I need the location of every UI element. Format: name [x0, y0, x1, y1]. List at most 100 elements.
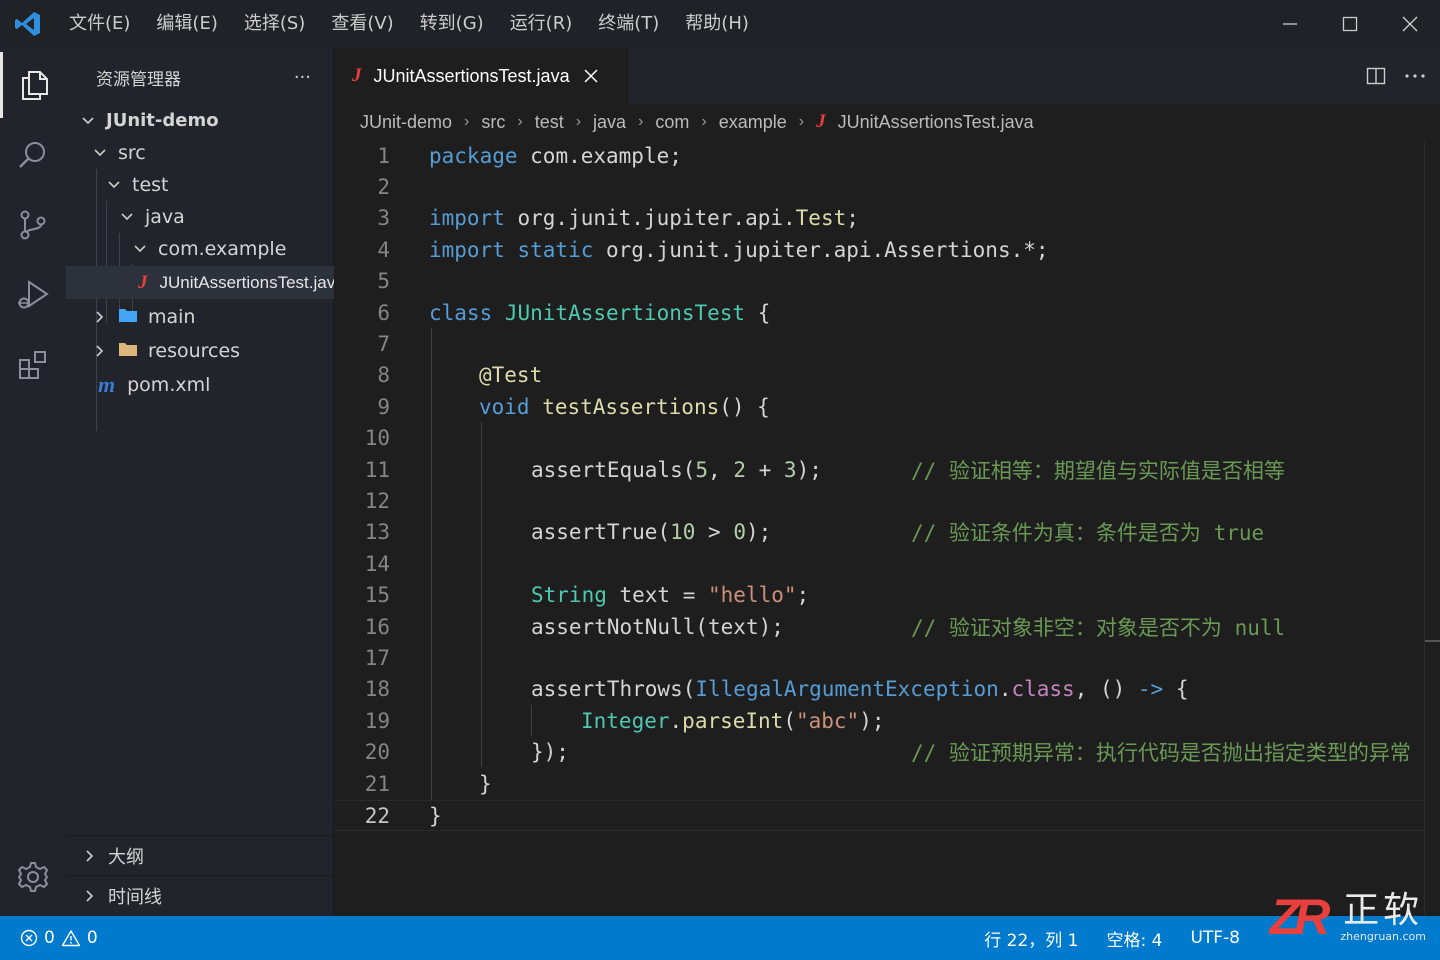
code-text: assertThrows(IllegalArgumentException.cl…: [531, 677, 1189, 702]
source-control-button[interactable]: [0, 192, 66, 258]
tree-item-root[interactable]: JUnit-demo: [66, 104, 334, 137]
close-window-button[interactable]: [1380, 0, 1440, 48]
more-actions-button[interactable]: ···: [294, 67, 311, 88]
problems-status[interactable]: 0 0: [0, 928, 98, 948]
manage-button[interactable]: [0, 844, 66, 910]
line-number: 4: [377, 237, 390, 262]
run-debug-button[interactable]: [0, 262, 66, 328]
sidebar-header: 资源管理器 ···: [66, 48, 333, 106]
outline-section[interactable]: 大纲: [66, 835, 334, 875]
breadcrumb-item[interactable]: test: [535, 112, 564, 133]
line-number: 6: [377, 300, 390, 325]
maximize-button[interactable]: [1320, 0, 1380, 48]
code-line: 7: [334, 328, 1424, 359]
menu-edit[interactable]: 编辑(E): [143, 0, 230, 48]
maximize-icon: [1342, 16, 1358, 32]
line-number: 22: [364, 803, 390, 828]
menu-go[interactable]: 转到(G): [407, 0, 497, 48]
line-number: 16: [364, 614, 390, 639]
search-icon: [19, 142, 45, 168]
timeline-label: 时间线: [108, 886, 162, 908]
code-text: assertEquals(5, 2 + 3);: [531, 457, 822, 482]
code-line: 17: [334, 642, 1424, 673]
tree-item-src[interactable]: src: [66, 136, 334, 169]
watermark-logo: ZR 正软 zhengruan.com: [1270, 888, 1426, 946]
line-number: 9: [377, 394, 390, 419]
editor-actions: [1366, 48, 1426, 104]
gear-icon: [18, 862, 48, 892]
code-comment: // 验证相等：期望值与实际值是否相等: [911, 458, 1285, 483]
code-text: void testAssertions() {: [479, 394, 770, 419]
java-file-icon: J: [352, 65, 362, 86]
code-text: });: [531, 740, 569, 765]
chevron-down-icon: [80, 113, 96, 129]
code-text: }: [429, 803, 442, 828]
split-editor-button[interactable]: [1366, 66, 1386, 86]
breadcrumb-item[interactable]: JUnitAssertionsTest.java: [838, 112, 1034, 133]
code-text: import org.junit.jupiter.api.Test;: [429, 206, 859, 231]
breadcrumb: JUnit-demo › src › test › java › com › e…: [334, 104, 1424, 140]
folder-icon: [118, 306, 138, 328]
chevron-right-icon: [92, 343, 108, 359]
tree-item-pom[interactable]: m pom.xml: [66, 368, 334, 401]
close-icon: [584, 69, 598, 83]
menu-selection[interactable]: 选择(S): [231, 0, 318, 48]
code-text: @Test: [479, 363, 543, 388]
error-icon: [20, 929, 38, 947]
outline-label: 大纲: [108, 846, 144, 868]
menu-file[interactable]: 文件(E): [56, 0, 143, 48]
minimize-button[interactable]: [1260, 0, 1320, 48]
warning-icon: [61, 930, 81, 947]
tab-label: JUnitAssertionsTest.java: [373, 65, 570, 86]
code-comment: // 验证预期异常：执行代码是否抛出指定类型的异常: [911, 741, 1411, 766]
line-number: 21: [364, 771, 390, 796]
breadcrumb-item[interactable]: com: [655, 112, 689, 133]
breadcrumb-item[interactable]: JUnit-demo: [360, 112, 452, 133]
watermark-brand: 正软: [1343, 889, 1424, 931]
breadcrumb-item[interactable]: example: [719, 112, 787, 133]
java-file-icon: J: [816, 111, 826, 132]
menu-run[interactable]: 运行(R): [497, 0, 586, 48]
timeline-section[interactable]: 时间线: [66, 875, 334, 915]
tab-junit-assertions-test[interactable]: J JUnitAssertionsTest.java: [334, 48, 628, 104]
tree-item-java[interactable]: java: [66, 200, 334, 233]
tree-item-package[interactable]: com.example: [66, 232, 334, 265]
tree-item-label: com.example: [158, 237, 287, 260]
encoding-status[interactable]: UTF-8: [1190, 928, 1240, 948]
status-right: 行 22，列 1 空格: 4 UTF-8: [984, 926, 1240, 951]
code-text: import static org.junit.jupiter.api.Asse…: [429, 237, 1049, 262]
extensions-button[interactable]: [0, 332, 66, 398]
breadcrumb-separator: ›: [517, 113, 523, 130]
breadcrumb-item[interactable]: src: [481, 112, 505, 133]
explorer-button[interactable]: [0, 52, 66, 118]
line-number: 10: [364, 426, 390, 451]
code-line: 5: [334, 266, 1424, 297]
menu-view[interactable]: 查看(V): [318, 0, 406, 48]
tree-item-test[interactable]: test: [66, 168, 334, 201]
code-text: String text = "hello";: [531, 583, 810, 608]
tree-item-java-file[interactable]: J JUnitAssertionsTest.java: [66, 266, 345, 299]
sidebar-title: 资源管理器: [96, 69, 181, 90]
chevron-right-icon: [82, 848, 98, 864]
editor-scrollbar[interactable]: [1424, 140, 1440, 916]
java-file-icon: J: [138, 271, 148, 293]
cursor-position[interactable]: 行 22，列 1: [984, 926, 1078, 951]
code-line: 12: [334, 485, 1424, 516]
editor-more-button[interactable]: [1404, 66, 1426, 86]
code-comment: // 验证条件为真：条件是否为 true: [911, 521, 1265, 546]
indentation-status[interactable]: 空格: 4: [1106, 926, 1162, 951]
code-line: 20 }); // 验证预期异常：执行代码是否抛出指定类型的异常: [334, 737, 1424, 768]
breadcrumb-item[interactable]: java: [593, 112, 626, 133]
line-number: 19: [364, 708, 390, 733]
warning-count: 0: [86, 928, 98, 948]
search-button[interactable]: [0, 122, 66, 188]
menu-help[interactable]: 帮助(H): [672, 0, 762, 48]
menu-terminal[interactable]: 终端(T): [585, 0, 672, 48]
tab-close-button[interactable]: [584, 69, 598, 83]
code-editor[interactable]: 1 package com.example; 2 3 import org.ju…: [334, 140, 1424, 916]
breadcrumb-separator: ›: [575, 113, 582, 130]
tree-item-resources[interactable]: resources: [66, 334, 334, 367]
tree-item-main[interactable]: main: [66, 300, 334, 333]
code-line: 18 assertThrows(IllegalArgumentException…: [334, 674, 1424, 705]
tree-item-label: JUnit-demo: [106, 110, 219, 131]
